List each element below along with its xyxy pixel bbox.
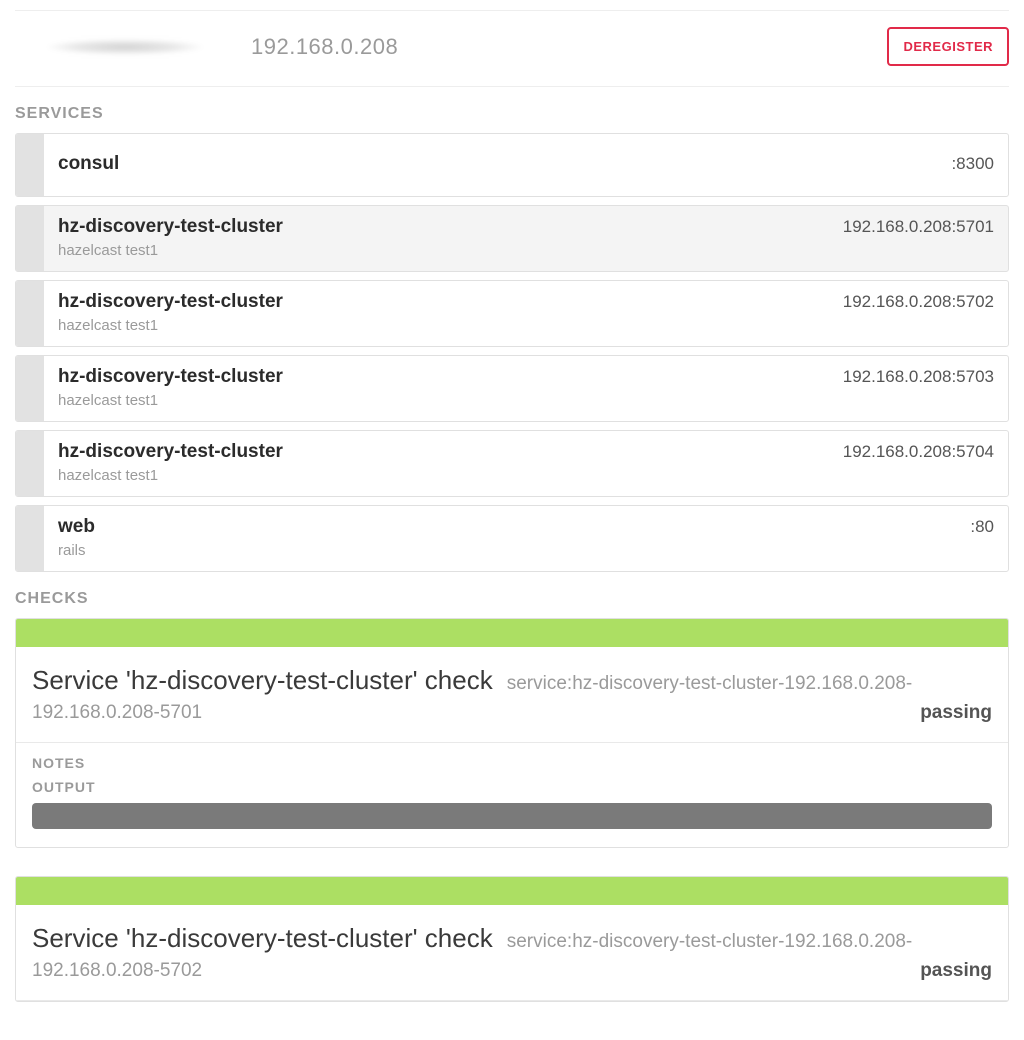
check-sub-id: 192.168.0.208-5701 bbox=[32, 702, 202, 724]
service-status-strip bbox=[16, 356, 44, 421]
service-address: :8300 bbox=[951, 154, 994, 174]
service-name: hz-discovery-test-cluster bbox=[58, 216, 283, 238]
check-status-bar bbox=[16, 877, 1008, 905]
service-row[interactable]: hz-discovery-test-cluster 192.168.0.208:5… bbox=[15, 430, 1009, 497]
service-body: web :80 rails bbox=[44, 506, 1008, 571]
check-title: Service 'hz-discovery-test-cluster' chec… bbox=[32, 923, 493, 954]
node-header: 192.168.0.208 DEREGISTER bbox=[15, 17, 1009, 87]
service-row[interactable]: hz-discovery-test-cluster 192.168.0.208:5… bbox=[15, 280, 1009, 347]
service-name: web bbox=[58, 516, 95, 538]
node-ip: 192.168.0.208 bbox=[251, 34, 398, 60]
deregister-button[interactable]: DEREGISTER bbox=[887, 27, 1009, 66]
check-title-row: Service 'hz-discovery-test-cluster' chec… bbox=[32, 665, 992, 696]
check-notes-label: NOTES bbox=[32, 755, 992, 771]
check-sub-row: 192.168.0.208-5702 passing bbox=[32, 960, 992, 982]
top-rule bbox=[15, 10, 1009, 11]
service-name: consul bbox=[58, 153, 119, 175]
service-body: consul :8300 bbox=[44, 134, 1008, 196]
services-section-label: SERVICES bbox=[15, 105, 1009, 123]
service-row[interactable]: consul :8300 bbox=[15, 133, 1009, 197]
check-output-label: OUTPUT bbox=[32, 779, 992, 795]
check-header[interactable]: Service 'hz-discovery-test-cluster' chec… bbox=[16, 905, 1008, 1001]
service-tags: hazelcast test1 bbox=[58, 467, 994, 484]
service-status-strip bbox=[16, 134, 44, 196]
check-title: Service 'hz-discovery-test-cluster' chec… bbox=[32, 665, 493, 696]
service-top-row: web :80 bbox=[58, 516, 994, 538]
service-top-row: hz-discovery-test-cluster 192.168.0.208:5… bbox=[58, 216, 994, 238]
service-top-row: hz-discovery-test-cluster 192.168.0.208:5… bbox=[58, 291, 994, 313]
service-row[interactable]: web :80 rails bbox=[15, 505, 1009, 572]
service-body: hz-discovery-test-cluster 192.168.0.208:5… bbox=[44, 356, 1008, 421]
check-id: service:hz-discovery-test-cluster-192.16… bbox=[507, 673, 913, 695]
service-tags: hazelcast test1 bbox=[58, 242, 994, 259]
service-row[interactable]: hz-discovery-test-cluster 192.168.0.208:5… bbox=[15, 355, 1009, 422]
node-name-blurred bbox=[15, 32, 235, 62]
service-body: hz-discovery-test-cluster 192.168.0.208:5… bbox=[44, 281, 1008, 346]
service-tags: hazelcast test1 bbox=[58, 392, 994, 409]
service-status-strip bbox=[16, 431, 44, 496]
service-status-strip bbox=[16, 506, 44, 571]
service-top-row: hz-discovery-test-cluster 192.168.0.208:5… bbox=[58, 441, 994, 463]
service-row[interactable]: hz-discovery-test-cluster 192.168.0.208:5… bbox=[15, 205, 1009, 272]
service-name: hz-discovery-test-cluster bbox=[58, 441, 283, 463]
service-list: consul :8300 hz-discovery-test-cluster 192.… bbox=[15, 133, 1009, 572]
service-status-strip bbox=[16, 206, 44, 271]
page-root: 192.168.0.208 DEREGISTER SERVICES consul… bbox=[0, 0, 1024, 1040]
service-tags: rails bbox=[58, 542, 994, 559]
service-name: hz-discovery-test-cluster bbox=[58, 366, 283, 388]
service-top-row: hz-discovery-test-cluster 192.168.0.208:5… bbox=[58, 366, 994, 388]
check-output-box bbox=[32, 803, 992, 829]
checks-section-label: CHECKS bbox=[15, 590, 1009, 608]
checks-list: Service 'hz-discovery-test-cluster' chec… bbox=[15, 618, 1009, 1002]
check-details: NOTES OUTPUT bbox=[16, 743, 1008, 847]
check-title-row: Service 'hz-discovery-test-cluster' chec… bbox=[32, 923, 992, 954]
header-left: 192.168.0.208 bbox=[15, 32, 398, 62]
check-card: Service 'hz-discovery-test-cluster' chec… bbox=[15, 876, 1009, 1002]
check-status-bar bbox=[16, 619, 1008, 647]
service-body: hz-discovery-test-cluster 192.168.0.208:5… bbox=[44, 431, 1008, 496]
service-body: hz-discovery-test-cluster 192.168.0.208:5… bbox=[44, 206, 1008, 271]
service-address: 192.168.0.208:5702 bbox=[843, 292, 994, 312]
service-address: :80 bbox=[970, 517, 994, 537]
service-name: hz-discovery-test-cluster bbox=[58, 291, 283, 313]
check-sub-row: 192.168.0.208-5701 passing bbox=[32, 702, 992, 724]
service-address: 192.168.0.208:5703 bbox=[843, 367, 994, 387]
service-address: 192.168.0.208:5701 bbox=[843, 217, 994, 237]
check-header[interactable]: Service 'hz-discovery-test-cluster' chec… bbox=[16, 647, 1008, 743]
check-status-text: passing bbox=[920, 702, 992, 724]
check-card: Service 'hz-discovery-test-cluster' chec… bbox=[15, 618, 1009, 848]
service-tags: hazelcast test1 bbox=[58, 317, 994, 334]
service-top-row: consul :8300 bbox=[58, 153, 994, 175]
check-sub-id: 192.168.0.208-5702 bbox=[32, 960, 202, 982]
check-id: service:hz-discovery-test-cluster-192.16… bbox=[507, 931, 913, 953]
service-status-strip bbox=[16, 281, 44, 346]
check-status-text: passing bbox=[920, 960, 992, 982]
service-address: 192.168.0.208:5704 bbox=[843, 442, 994, 462]
